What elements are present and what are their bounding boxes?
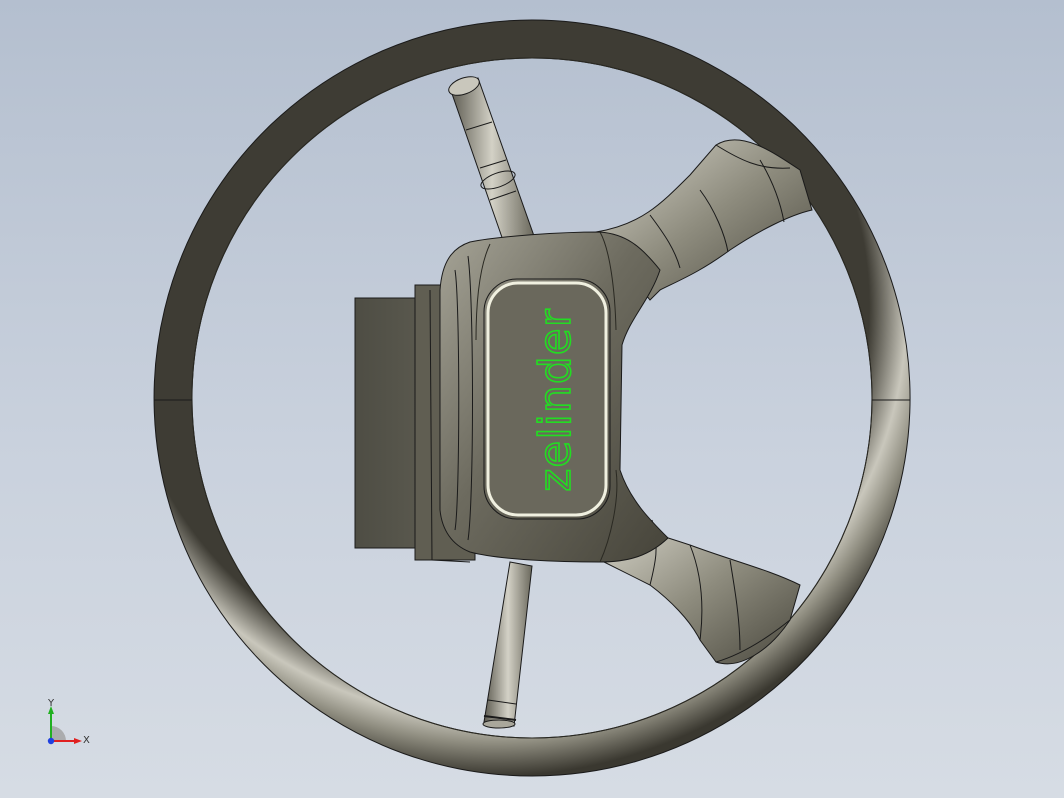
cad-viewport[interactable]: zelinder Y X: [0, 0, 1064, 798]
x-axis-label: X: [83, 735, 90, 746]
lower-stalk: [482, 561, 533, 729]
logo-text: zelinder: [529, 307, 582, 492]
svg-text:zelinder: zelinder: [530, 308, 581, 492]
axis-triad: Y X: [40, 698, 100, 756]
y-axis-label: Y: [48, 698, 55, 709]
steering-wheel-model[interactable]: zelinder: [0, 0, 1064, 798]
upper-stalk: [448, 76, 535, 247]
